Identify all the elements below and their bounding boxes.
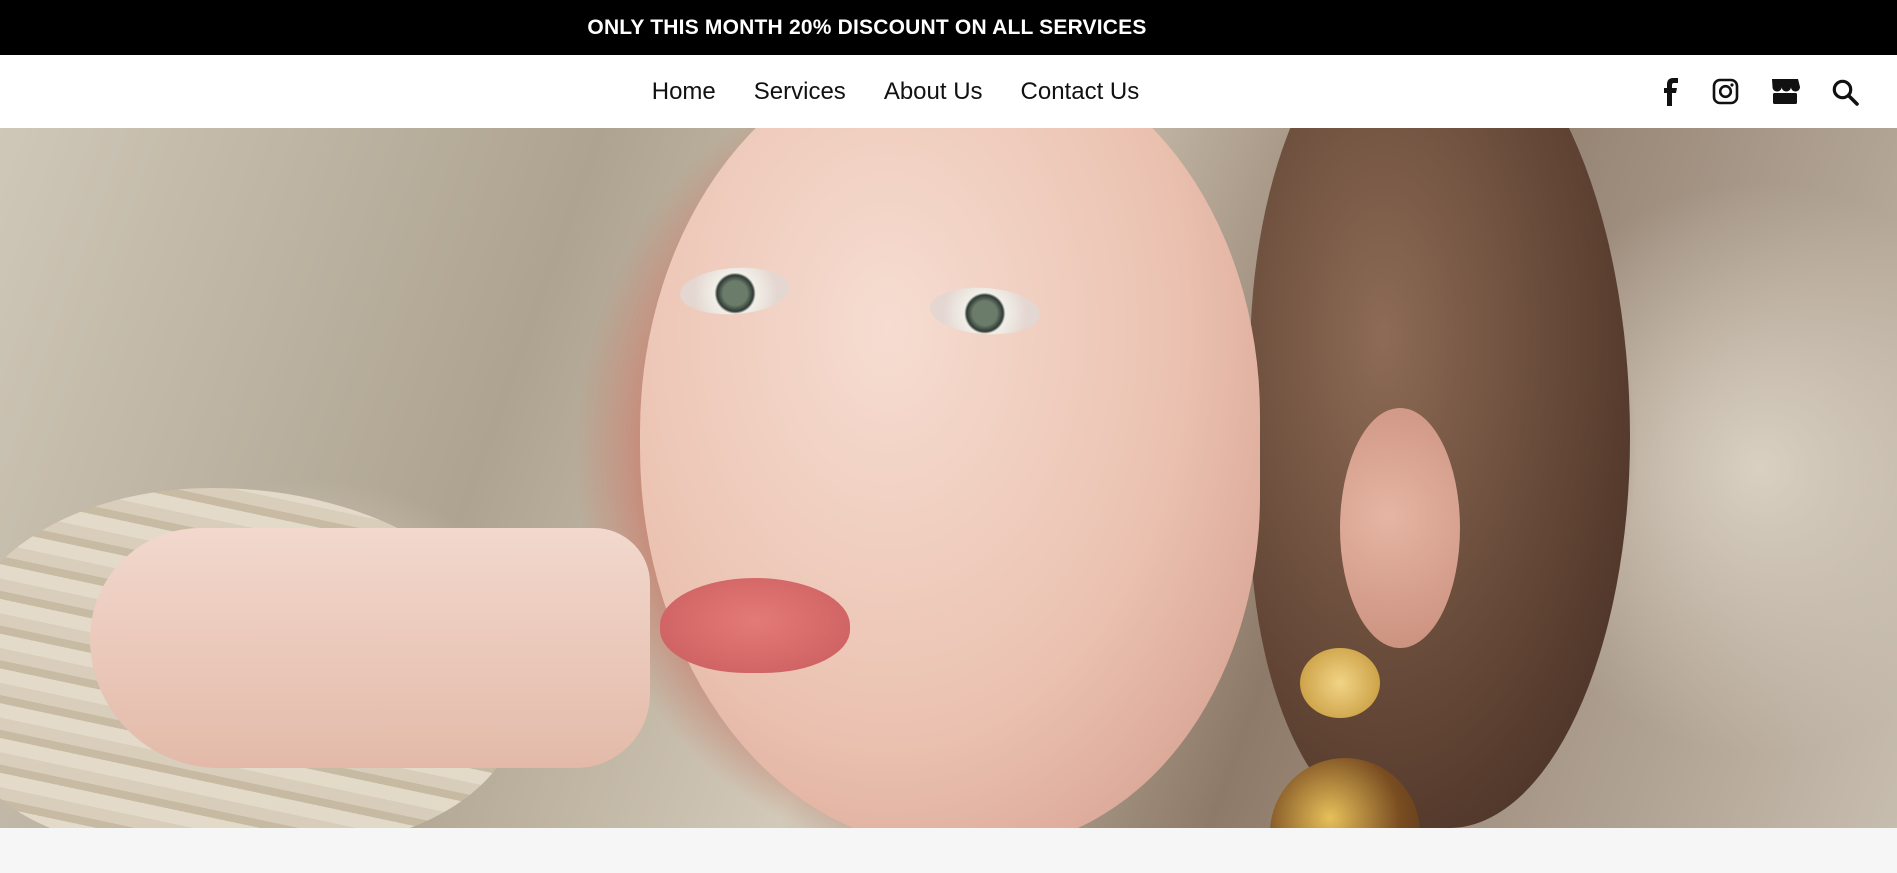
nav-menu: Home Services About Us Contact Us [652,78,1140,106]
hero-arm-shape [90,528,650,768]
nav-item-home[interactable]: Home [652,78,716,106]
nav-item-about-us[interactable]: About Us [884,78,983,106]
page-bottom-band [0,828,1897,873]
hero-banner [0,128,1897,828]
search-icon[interactable] [1831,78,1859,106]
main-navigation: Home Services About Us Contact Us [0,55,1897,128]
header-icons [1660,55,1859,128]
earring-ball-shape [1270,758,1420,828]
announcement-text: ONLY THIS MONTH 20% DISCOUNT ON ALL SERV… [587,15,1147,39]
nav-item-services[interactable]: Services [754,78,846,106]
earring-flower-shape [1300,648,1380,718]
instagram-icon[interactable] [1712,78,1739,105]
hero-lips-shape [660,578,850,673]
hero-ear-shape [1340,408,1460,648]
facebook-icon[interactable] [1660,77,1682,107]
hero-earring-shape [1270,648,1420,828]
announcement-bar: ONLY THIS MONTH 20% DISCOUNT ON ALL SERV… [0,0,1897,55]
nav-item-contact-us[interactable]: Contact Us [1021,78,1140,106]
hero-face-shape [640,128,1260,828]
store-icon[interactable] [1769,77,1801,106]
